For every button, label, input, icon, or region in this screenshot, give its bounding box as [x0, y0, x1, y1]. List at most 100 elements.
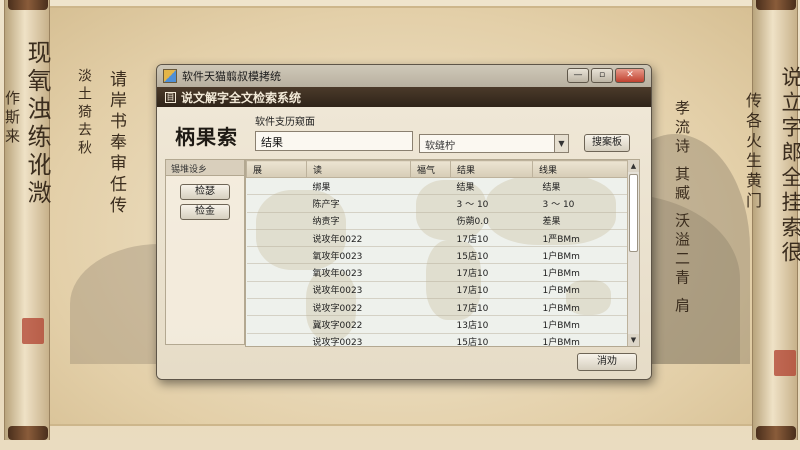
search-type-select[interactable]: 软缝柠 ▼: [419, 134, 569, 153]
app-header: 目 说文解字全文检索系统: [157, 87, 651, 107]
scroll-down-icon[interactable]: ▼: [628, 334, 639, 346]
table-cell: [410, 177, 451, 196]
table-scrollbar[interactable]: ▲ ▼: [627, 160, 639, 346]
table-row[interactable]: 纳责字 伤蒴0.0 差果: [246, 212, 629, 230]
table-cell: 15店10: [450, 333, 533, 346]
column-header[interactable]: 结果: [450, 160, 533, 178]
app-window: 软件天猫翦叔模拷统 — ▫ ✕ 目 说文解字全文检索系统 柄果索 软件支历窥面 …: [156, 64, 652, 380]
table-cell: 氧攻年0023: [306, 246, 411, 265]
table-cell: 1户BMm: [532, 246, 629, 265]
rod-cap: [756, 0, 796, 10]
table-row[interactable]: 氧攻年0023 15店10 1户BMm: [246, 246, 629, 265]
table-row[interactable]: 氧攻年0023 17店10 1户BMm: [246, 263, 629, 282]
table-cell: 差果: [532, 212, 629, 230]
table-cell: 说攻字0023: [306, 333, 411, 346]
table-cell: 1户BMm: [532, 298, 629, 317]
rod-cap: [756, 426, 796, 440]
brand-title: 柄果索: [175, 125, 238, 149]
table-cell: 结果: [450, 177, 533, 196]
rod-cap: [8, 426, 48, 440]
title-bar[interactable]: 软件天猫翦叔模拷统 — ▫ ✕: [157, 65, 651, 87]
table-row[interactable]: 绑果 结果 结果: [246, 177, 629, 196]
table-cell: [246, 194, 307, 213]
column-header[interactable]: 福气: [410, 160, 451, 178]
calligraphy-center: 孝流诗 其臧 沃溢二青 肩: [673, 100, 691, 317]
chevron-down-icon[interactable]: ▼: [554, 135, 568, 152]
table-cell: [246, 229, 307, 248]
table-cell: [246, 315, 307, 334]
left-panel: 锡堆设乡 检瑟 检金: [165, 159, 245, 345]
search-button[interactable]: 搜案板: [584, 134, 630, 152]
table-cell: 3 ～ 10: [450, 194, 533, 213]
calligraphy-left-3: 淡土猗去秋: [76, 68, 92, 158]
red-seal-stamp: [774, 350, 796, 376]
table-row[interactable]: 说攻年0022 17店10 1严BMm: [246, 229, 629, 248]
table-cell: [410, 298, 451, 317]
table-cell: [410, 212, 451, 230]
minimize-button[interactable]: —: [567, 68, 589, 83]
column-header[interactable]: 展: [246, 160, 307, 178]
scrollbar-thumb[interactable]: [629, 174, 638, 252]
verify-button[interactable]: 检金: [180, 204, 230, 220]
table-cell: [246, 246, 307, 265]
calligraphy-left-4: 作斯来: [3, 90, 21, 147]
table-row[interactable]: 说攻字0022 17店10 1户BMm: [246, 298, 629, 317]
table-cell: [246, 177, 307, 196]
app-header-title: 说文解字全文检索系统: [181, 90, 302, 105]
table-cell: 陈产字: [306, 194, 411, 213]
table-cell: [246, 263, 307, 282]
check-button[interactable]: 检瑟: [180, 184, 230, 200]
table-cell: [410, 263, 451, 282]
table-cell: 1严BMm: [532, 229, 629, 248]
search-label: 软件支历窥面: [255, 117, 315, 128]
window-body: 柄果索 软件支历窥面 结果 软缝柠 ▼ 搜案板 锡堆设乡 检瑟 检金 展 读 福…: [157, 107, 651, 379]
table-cell: 17店10: [450, 298, 533, 317]
table-cell: 结果: [532, 177, 629, 196]
calligraphy-left-2: 请岸书奉审任传: [106, 70, 126, 217]
column-header[interactable]: 读: [306, 160, 411, 178]
window-controls: — ▫ ✕: [567, 68, 645, 83]
red-seal-stamp: [22, 318, 44, 344]
table-cell: 17店10: [450, 281, 533, 300]
table-cell: 15店10: [450, 246, 533, 265]
scroll-up-icon[interactable]: ▲: [628, 160, 639, 172]
table-row[interactable]: 陈产字 3 ～ 10 3 ～ 10: [246, 194, 629, 213]
table-cell: [410, 315, 451, 334]
app-icon: [163, 69, 177, 83]
search-input[interactable]: 结果: [255, 131, 413, 151]
calligraphy-right-2: 传各火生黄门: [743, 92, 762, 212]
table-cell: [410, 194, 451, 213]
table-cell: 伤蒴0.0: [450, 212, 533, 230]
table-cell: [246, 212, 307, 230]
table-cell: 氧攻年0023: [306, 263, 411, 282]
table-cell: 3 ～ 10: [532, 194, 629, 213]
table-cell: 17店10: [450, 229, 533, 248]
table-cell: 说攻字0022: [306, 298, 411, 317]
calligraphy-left-1: 现氧浊练讹溦: [23, 40, 51, 208]
document-icon: 目: [165, 91, 176, 103]
table-cell: 纳责字: [306, 212, 411, 230]
rod-cap: [8, 0, 48, 10]
table-cell: 1户BMm: [532, 333, 629, 346]
table-cell: [246, 333, 307, 346]
window-title: 软件天猫翦叔模拷统: [182, 70, 281, 83]
table-cell: 17店10: [450, 263, 533, 282]
table-cell: [246, 298, 307, 317]
table-cell: [410, 246, 451, 265]
close-button[interactable]: ✕: [615, 68, 645, 83]
left-panel-header: 锡堆设乡: [166, 160, 244, 176]
table-row[interactable]: 说攻年0023 17店10 1户BMm: [246, 281, 629, 300]
table-cell: 绑果: [306, 177, 411, 196]
table-cell: [246, 281, 307, 300]
table-row[interactable]: 冀攻字0022 13店10 1户BMm: [246, 315, 629, 334]
table-cell: 说攻年0022: [306, 229, 411, 248]
calligraphy-right-1: 说立字郎全挂索很: [779, 66, 800, 266]
results-table: 展 读 福气 结果 线果 绑果 结果 结果陈产字 3 ～ 10 3 ～ 10 纳责字 伤蒴0…: [245, 159, 640, 347]
maximize-button[interactable]: ▫: [591, 68, 613, 83]
cancel-button[interactable]: 消劝: [577, 353, 637, 371]
table-cell: 1户BMm: [532, 281, 629, 300]
column-header[interactable]: 线果: [532, 160, 629, 178]
table-cell: 13店10: [450, 315, 533, 334]
table-cell: [410, 281, 451, 300]
table-row[interactable]: 说攻字0023 15店10 1户BMm: [246, 333, 629, 346]
